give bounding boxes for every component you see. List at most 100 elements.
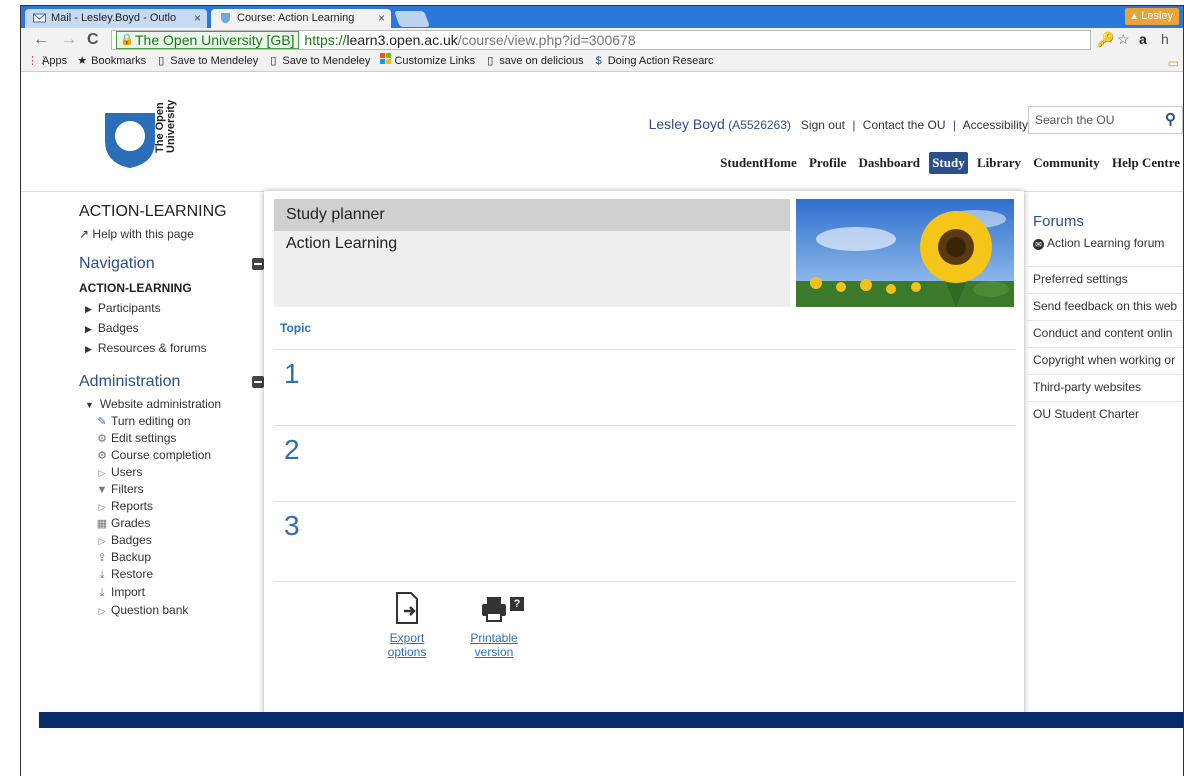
admin-badges[interactable]: ▷ Badges — [79, 533, 264, 547]
nav-item-label: Badges — [97, 321, 139, 335]
mail-icon — [33, 13, 46, 23]
action-learning-forum-link[interactable]: ✉ Action Learning forum — [1025, 236, 1183, 250]
admin-reports[interactable]: ▷ Reports — [79, 499, 264, 513]
forward-icon[interactable]: → — [61, 30, 77, 50]
reload-icon[interactable]: C — [87, 30, 99, 50]
help-question-icon[interactable]: ? — [510, 597, 524, 611]
help-link-label: Help with this page — [92, 227, 194, 241]
bookmark-mendeley-2[interactable]: ▯ Save to Mendeley — [267, 52, 370, 71]
bookmark-label: Apps — [42, 55, 68, 67]
amazon-extension-icon[interactable]: a — [1139, 31, 1147, 47]
user-name[interactable]: Lesley Boyd — [649, 116, 725, 132]
bookmark-mendeley-1[interactable]: ▯ Save to Mendeley — [155, 52, 258, 71]
help-link[interactable]: ↗ Help with this page — [79, 227, 264, 241]
bookmark-label: save on delicious — [499, 55, 584, 67]
bookmark-customize-links[interactable]: Customize Links — [379, 52, 475, 71]
sign-out-link[interactable]: Sign out — [801, 118, 845, 132]
nav-badges[interactable]: ▶ Badges — [79, 321, 264, 335]
ev-name: The Open University [GB] — [135, 32, 295, 48]
nav-study[interactable]: Study — [929, 152, 968, 174]
admin-edit-settings[interactable]: ⚙ Edit settings — [79, 431, 264, 445]
copyright-link[interactable]: Copyright when working or — [1025, 347, 1183, 372]
third-party-websites-link[interactable]: Third-party websites — [1025, 374, 1183, 399]
caret-right-outline-icon: ▷ — [98, 502, 106, 512]
nav-participants[interactable]: ▶ Participants — [79, 301, 264, 315]
profile-button[interactable]: ▲ Lesley — [1125, 8, 1179, 25]
address-bar[interactable]: 🔒 The Open University [GB] https://learn… — [111, 30, 1091, 50]
search-input[interactable]: Search the OU ⚲ — [1028, 106, 1183, 134]
download-icon: ⤓ — [99, 569, 105, 581]
search-icon[interactable]: ⚲ — [1165, 107, 1176, 133]
nav-community[interactable]: Community — [1030, 152, 1102, 174]
tab-mail[interactable]: Mail - Lesley.Boyd - Outlo × — [25, 9, 207, 28]
browser-chrome: Mail - Lesley.Boyd - Outlo × Course: Act… — [21, 6, 1183, 96]
bookmark-apps[interactable]: ⋮⋮Apps — [27, 52, 67, 71]
topic-section-3[interactable]: 3 — [274, 501, 1016, 575]
admin-import[interactable]: ⤓ Import — [79, 585, 264, 600]
topic-section-1[interactable]: 1 — [274, 349, 1016, 423]
conduct-content-link[interactable]: Conduct and content onlin — [1025, 320, 1183, 345]
omnibar: ← → C 🔒 The Open University [GB] https:/… — [21, 28, 1183, 52]
separator: | — [852, 118, 856, 132]
admin-course-completion[interactable]: ⚙ Course completion — [79, 448, 264, 462]
tab-label: Mail - Lesley.Boyd - Outlo — [51, 12, 177, 24]
folder-icon[interactable]: ▭ — [1168, 54, 1179, 71]
ou-shield-icon — [105, 113, 155, 168]
admin-question-bank[interactable]: ▷ Question bank — [79, 603, 264, 617]
back-icon[interactable]: ← — [33, 30, 49, 50]
bookmark-bookmarks[interactable]: ★ Bookmarks — [76, 52, 146, 71]
nav-profile[interactable]: Profile — [806, 152, 849, 174]
preferred-settings-link[interactable]: Preferred settings — [1025, 266, 1183, 291]
close-icon[interactable]: × — [378, 9, 385, 27]
collapse-block-icon[interactable] — [252, 376, 264, 388]
nav-help-centre[interactable]: Help Centre — [1109, 152, 1183, 174]
admin-turn-editing-on[interactable]: ✎ Turn editing on — [79, 414, 264, 428]
study-planner-box: Study planner Action Learning — [274, 199, 790, 307]
ou-main-nav: StudentHome Profile Dashboard Study Libr… — [714, 152, 1183, 174]
nav-resources-forums[interactable]: ▶ Resources & forums — [79, 341, 264, 355]
topic-number: 3 — [284, 510, 300, 541]
admin-users[interactable]: ▷ Users — [79, 465, 264, 479]
collapse-block-icon[interactable] — [252, 258, 264, 270]
search-placeholder: Search the OU — [1035, 113, 1115, 127]
ou-logo[interactable]: The Open University — [103, 100, 193, 169]
course-name: Action Learning — [286, 235, 398, 252]
export-options-link[interactable]: Export options — [367, 591, 447, 659]
admin-item-label: Edit settings — [111, 431, 177, 445]
contact-link[interactable]: Contact the OU — [863, 118, 946, 132]
block-title-label: Administration — [79, 373, 181, 390]
website-administration[interactable]: ▼ Website administration — [79, 397, 264, 411]
navigation-course-link[interactable]: ACTION-LEARNING — [79, 281, 264, 295]
bookmark-label: Bookmarks — [91, 55, 147, 67]
bookmark-delicious[interactable]: ▯ save on delicious — [484, 52, 583, 71]
nav-dashboard[interactable]: Dashboard — [856, 152, 923, 174]
forum-icon: ✉ — [1033, 239, 1044, 250]
admin-grades[interactable]: ▦ Grades — [79, 516, 264, 530]
student-charter-link[interactable]: OU Student Charter — [1025, 401, 1183, 426]
star-icon[interactable]: ☆ — [1117, 31, 1130, 48]
export-label-line1: Export — [389, 631, 425, 645]
print-label-line2: version — [474, 645, 514, 659]
url-scheme: https:// — [304, 32, 347, 48]
close-icon[interactable]: × — [194, 9, 201, 27]
admin-restore[interactable]: ⤓ Restore — [79, 567, 264, 582]
star-icon: ★ — [77, 55, 88, 67]
export-label-line2: options — [387, 645, 427, 659]
nav-library[interactable]: Library — [974, 152, 1024, 174]
section-divider — [274, 581, 1016, 582]
admin-backup[interactable]: ⇪ Backup — [79, 550, 264, 564]
bookmark-doing-action-research[interactable]: $ Doing Action Researc — [593, 52, 714, 71]
key-icon[interactable]: 🔑 — [1097, 31, 1114, 48]
admin-item-label: Users — [111, 465, 143, 479]
ev-certificate-badge[interactable]: 🔒 The Open University [GB] — [116, 31, 299, 49]
nav-studenthome[interactable]: StudentHome — [717, 152, 800, 174]
topic-section-2[interactable]: 2 — [274, 425, 1016, 499]
admin-filters[interactable]: ▼ Filters — [79, 482, 264, 496]
bookmark-label: Customize Links — [394, 55, 476, 67]
extension-icon[interactable]: h — [1161, 31, 1169, 47]
send-feedback-link[interactable]: Send feedback on this web — [1025, 293, 1183, 318]
tab-course[interactable]: Course: Action Learning × — [211, 9, 391, 28]
browser-window: Mail - Lesley.Boyd - Outlo × Course: Act… — [20, 5, 1184, 776]
accessibility-link[interactable]: Accessibility — [963, 118, 1028, 132]
new-tab-button[interactable] — [394, 11, 430, 27]
